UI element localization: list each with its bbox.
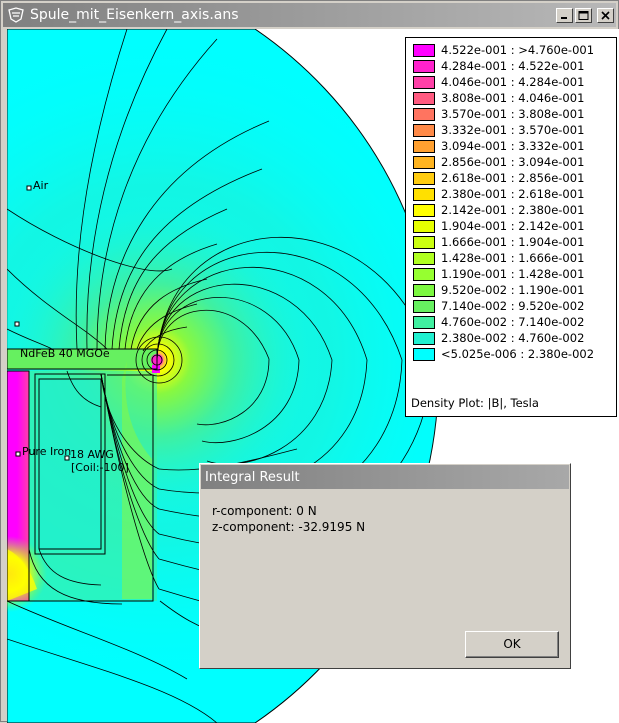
- legend-label: <5.025e-006 : 2.380e-002: [441, 347, 595, 361]
- fea-result-window: Spule_mit_Eisenkern_axis.ans Air NdFeB 4…: [0, 0, 619, 723]
- legend-label: 2.142e-001 : 2.380e-001: [441, 203, 585, 217]
- legend-label: 2.618e-001 : 2.856e-001: [441, 171, 585, 185]
- legend-label: 2.380e-001 : 2.618e-001: [441, 187, 585, 201]
- legend-swatch: [413, 172, 435, 185]
- integral-result-dialog: Integral Result r-component: 0 N z-compo…: [199, 463, 571, 669]
- legend-swatch: [413, 124, 435, 137]
- legend-label: 7.140e-002 : 9.520e-002: [441, 299, 585, 313]
- dialog-titlebar[interactable]: Integral Result: [201, 465, 569, 489]
- legend-swatch: [413, 204, 435, 217]
- legend-label: 4.760e-002 : 7.140e-002: [441, 315, 585, 329]
- legend-swatch: [413, 284, 435, 297]
- legend-swatch: [413, 236, 435, 249]
- region-label-coil-circuit: [Coil:-100]: [71, 461, 129, 474]
- legend-swatch: [413, 332, 435, 345]
- legend-swatch: [413, 268, 435, 281]
- window-titlebar[interactable]: Spule_mit_Eisenkern_axis.ans: [3, 3, 616, 27]
- region-label-coil-wire: 18 AWG: [70, 448, 114, 461]
- legend-swatch: [413, 156, 435, 169]
- app-icon: [8, 7, 24, 23]
- density-legend: 4.522e-001 : >4.760e-001 4.284e-001 : 4.5…: [405, 37, 617, 417]
- close-button[interactable]: [597, 8, 614, 23]
- region-label-magnet: NdFeB 40 MGOe: [20, 347, 110, 360]
- legend-label: 3.332e-001 : 3.570e-001: [441, 123, 585, 137]
- legend-label: 2.380e-002 : 4.760e-002: [441, 331, 585, 345]
- legend-label: 1.666e-001 : 1.904e-001: [441, 235, 585, 249]
- ok-button[interactable]: OK: [465, 631, 559, 658]
- minimize-icon: [561, 17, 567, 19]
- legend-label: 1.904e-001 : 2.142e-001: [441, 219, 585, 233]
- region-label-air: Air: [33, 179, 49, 192]
- legend-label: 3.570e-001 : 3.808e-001: [441, 107, 585, 121]
- legend-swatch: [413, 140, 435, 153]
- region-label-iron: Pure Iron: [22, 445, 72, 458]
- legend-swatch: [413, 252, 435, 265]
- dialog-title: Integral Result: [205, 470, 300, 485]
- legend-swatch: [413, 188, 435, 201]
- legend-swatch: [413, 300, 435, 313]
- legend-swatch: [413, 92, 435, 105]
- legend-swatch: [413, 108, 435, 121]
- legend-caption: Density Plot: |B|, Tesla: [411, 396, 539, 410]
- window-title: Spule_mit_Eisenkern_axis.ans: [30, 7, 239, 23]
- legend-swatch: [413, 44, 435, 57]
- maximize-icon: [578, 11, 589, 20]
- legend-swatch: [413, 76, 435, 89]
- z-component-text: z-component: -32.9195 N: [212, 520, 366, 534]
- legend-label: 4.046e-001 : 4.284e-001: [441, 75, 585, 89]
- legend-swatch: [413, 316, 435, 329]
- maximize-button[interactable]: [575, 8, 592, 23]
- legend-label: 3.094e-001 : 3.332e-001: [441, 139, 585, 153]
- r-component-text: r-component: 0 N: [212, 504, 317, 518]
- legend-swatch: [413, 348, 435, 361]
- close-icon: [601, 11, 610, 20]
- legend-label: 9.520e-002 : 1.190e-001: [441, 283, 585, 297]
- legend-swatch: [413, 60, 435, 73]
- legend-label: 3.808e-001 : 4.046e-001: [441, 91, 585, 105]
- legend-label: 2.856e-001 : 3.094e-001: [441, 155, 585, 169]
- legend-label: 1.428e-001 : 1.666e-001: [441, 251, 585, 265]
- legend-label: 1.190e-001 : 1.428e-001: [441, 267, 585, 281]
- legend-label: 4.522e-001 : >4.760e-001: [441, 43, 595, 57]
- legend-label: 4.284e-001 : 4.522e-001: [441, 59, 585, 73]
- minimize-button[interactable]: [556, 8, 573, 23]
- legend-swatch: [413, 220, 435, 233]
